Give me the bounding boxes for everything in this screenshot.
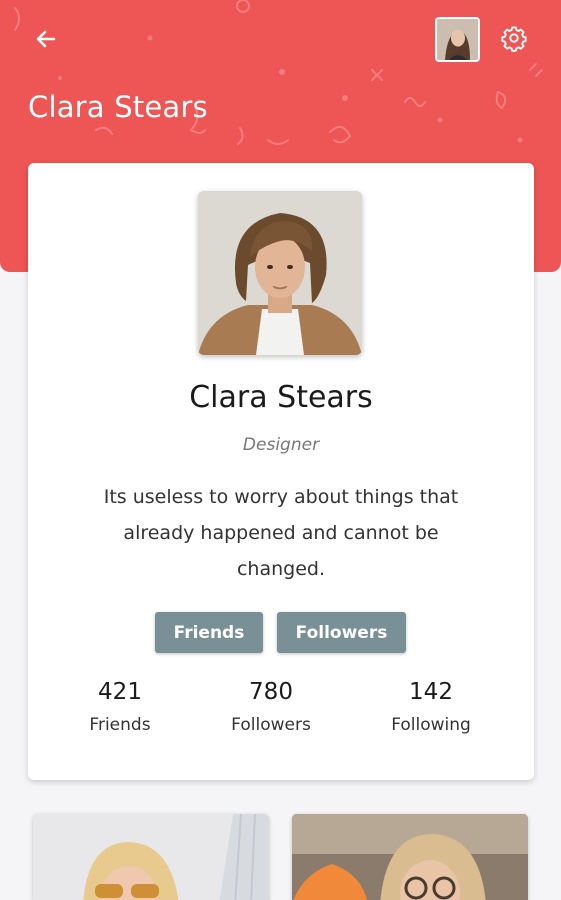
followers-button[interactable]: Followers — [277, 612, 406, 653]
stat-value: 421 — [98, 679, 142, 705]
stat-label: Followers — [231, 715, 311, 735]
friends-button[interactable]: Friends — [155, 612, 263, 653]
arrow-left-icon — [34, 27, 58, 55]
stat-followers[interactable]: 780 Followers — [191, 679, 351, 735]
stat-value: 142 — [409, 679, 453, 705]
profile-card: Clara Stears Designer Its useless to wor… — [28, 163, 534, 780]
back-button[interactable] — [28, 24, 64, 58]
settings-button[interactable] — [497, 23, 531, 57]
stat-following[interactable]: 142 Following — [351, 679, 511, 735]
gear-icon — [500, 24, 528, 56]
stat-value: 780 — [249, 679, 293, 705]
profile-photo — [198, 191, 362, 355]
profile-name: Clara Stears — [189, 380, 373, 415]
profile-bio: Its useless to worry about things that a… — [103, 486, 459, 580]
stat-label: Following — [391, 715, 471, 735]
page-title: Clara Stears — [28, 90, 208, 124]
gallery-photo[interactable] — [33, 814, 269, 900]
user-avatar[interactable] — [435, 17, 480, 62]
profile-role: Designer — [242, 435, 320, 455]
gallery-photo[interactable] — [292, 814, 528, 900]
stat-friends[interactable]: 421 Friends — [40, 679, 200, 735]
stat-label: Friends — [89, 715, 151, 735]
